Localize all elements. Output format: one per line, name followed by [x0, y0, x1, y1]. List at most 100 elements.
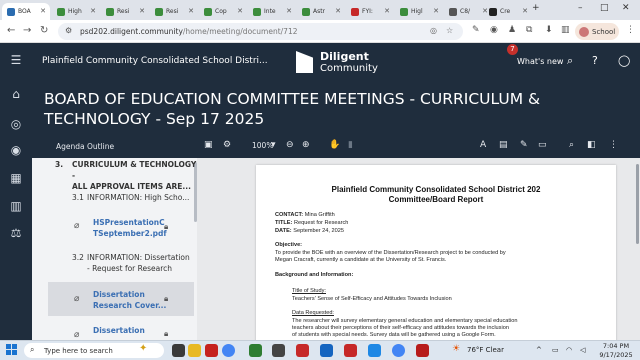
- help-icon[interactable]: ?: [592, 54, 598, 67]
- browser-tab[interactable]: Cop ✕: [199, 3, 247, 20]
- attachment-link[interactable]: HSPresentationC TSeptember2.pdf: [93, 217, 167, 239]
- close-icon[interactable]: ✕: [433, 7, 439, 15]
- puzzle-icon[interactable]: ⧉: [526, 25, 532, 35]
- browser-tab[interactable]: FYI: ✕: [346, 3, 394, 20]
- account-icon[interactable]: ◯: [618, 54, 630, 67]
- app-icon[interactable]: [296, 344, 309, 357]
- extension-icon[interactable]: ✎: [472, 25, 480, 35]
- browser-tab-strip: BOA ✕ High ✕ Resi ✕ Resi ✕ Cop ✕ Inte ✕ Astr ✕…: [0, 0, 640, 20]
- kebab-menu-icon[interactable]: ⋮: [626, 25, 635, 35]
- gmail-icon[interactable]: [344, 344, 357, 357]
- panel-icon[interactable]: ◧: [587, 140, 596, 150]
- zoom-in-icon[interactable]: ⊕: [302, 140, 310, 150]
- translate-icon[interactable]: ◎: [430, 26, 437, 35]
- minimize-icon[interactable]: –: [578, 3, 583, 13]
- attachment-link[interactable]: Dissertation Research Cover...: [93, 289, 166, 311]
- browser-tab[interactable]: Astr ✕: [297, 3, 345, 20]
- outline-item-title[interactable]: INFORMATION: Dissertation - Request for R…: [87, 252, 190, 274]
- sheets-icon[interactable]: [249, 344, 262, 357]
- extension-icon[interactable]: ◉: [490, 25, 498, 35]
- forward-arrow-icon[interactable]: →: [23, 25, 31, 36]
- hamburger-menu-icon[interactable]: ☰: [0, 53, 32, 67]
- data-requested-text: teachers about their perceptions of thei…: [292, 325, 509, 331]
- browser-tab[interactable]: Higl ✕: [395, 3, 443, 20]
- gmail-icon[interactable]: [205, 344, 218, 357]
- browser-tab[interactable]: High ✕: [52, 3, 100, 20]
- attachment-link[interactable]: Dissertation: [93, 325, 145, 336]
- weather-text[interactable]: 76°F Clear: [467, 346, 504, 354]
- system-clock[interactable]: 7:04 PM 9/17/2025: [596, 342, 636, 360]
- reload-icon[interactable]: ↻: [40, 25, 48, 36]
- file-explorer-icon[interactable]: [188, 344, 201, 357]
- weather-icon[interactable]: ☀: [452, 344, 460, 354]
- zoom-out-icon[interactable]: ⊖: [286, 140, 294, 150]
- document-scrollbar[interactable]: [635, 158, 640, 340]
- app-icon[interactable]: [272, 344, 285, 357]
- outline-item-title[interactable]: INFORMATION: High Scho...: [87, 192, 189, 203]
- maximize-icon[interactable]: □: [600, 3, 609, 13]
- notification-badge[interactable]: 7: [507, 44, 518, 55]
- sidepanel-icon[interactable]: ▥: [561, 25, 570, 35]
- browser-tab-active[interactable]: BOA ✕: [2, 3, 50, 20]
- highlight-icon[interactable]: ▤: [499, 140, 508, 150]
- target-icon[interactable]: ◎: [0, 117, 32, 131]
- chevron-down-icon[interactable]: ▾: [271, 140, 276, 150]
- browser-tab[interactable]: Inte ✕: [248, 3, 296, 20]
- home-icon[interactable]: ⌂: [0, 87, 32, 101]
- pen-icon[interactable]: ✎: [520, 140, 528, 150]
- new-tab-icon[interactable]: +: [532, 3, 540, 13]
- close-icon[interactable]: ✕: [40, 7, 46, 15]
- task-view-icon[interactable]: [172, 344, 185, 357]
- url-bar[interactable]: ⚙ psd202.diligent.community/home/meeting…: [58, 23, 463, 40]
- docs-icon[interactable]: [368, 344, 381, 357]
- comment-icon[interactable]: ▭: [538, 140, 547, 150]
- outline-section-title[interactable]: CURRICULUM & TECHNOLOGY - ALL APPROVAL IT…: [72, 159, 197, 192]
- back-arrow-icon[interactable]: ←: [7, 25, 15, 36]
- diligent-logo[interactable]: Diligent Community: [296, 49, 396, 75]
- podcast-icon[interactable]: ◉: [0, 143, 32, 157]
- search-icon[interactable]: ⌕: [567, 54, 573, 68]
- kebab-menu-icon[interactable]: ⋮: [609, 140, 618, 150]
- library-icon[interactable]: ▥: [0, 199, 32, 213]
- pan-hand-icon[interactable]: ✋: [329, 140, 340, 150]
- calendar-icon[interactable]: ▦: [0, 171, 32, 185]
- whats-new-link[interactable]: What's new: [517, 57, 563, 66]
- download-icon[interactable]: ⬇: [545, 25, 553, 35]
- tray-chevron-icon[interactable]: ^: [536, 346, 542, 354]
- extension-icon[interactable]: ♟: [508, 25, 516, 35]
- wifi-icon[interactable]: ◠: [566, 346, 572, 354]
- document-viewer[interactable]: Plainfield Community Consolidated School…: [197, 158, 640, 340]
- sidebar-toggle-icon[interactable]: ▣: [204, 140, 213, 150]
- chrome-icon[interactable]: [222, 344, 235, 357]
- browser-tab[interactable]: Resi ✕: [150, 3, 198, 20]
- close-icon[interactable]: ✕: [237, 7, 243, 15]
- browser-tab[interactable]: Resi ✕: [101, 3, 149, 20]
- app-icon[interactable]: [416, 344, 429, 357]
- bookmark-star-icon[interactable]: ☆: [446, 26, 453, 35]
- taskbar-search-box[interactable]: ⌕ Type here to search ✦: [24, 343, 164, 358]
- window-close-icon[interactable]: ✕: [622, 3, 630, 13]
- close-icon[interactable]: ✕: [188, 7, 194, 15]
- browser-tab[interactable]: Cre ✕: [484, 3, 532, 20]
- close-icon[interactable]: ✕: [139, 7, 145, 15]
- organization-name[interactable]: Plainfield Community Consolidated School…: [42, 56, 268, 66]
- network-icon[interactable]: ▭: [552, 346, 559, 354]
- policy-scale-icon[interactable]: ⚖: [0, 226, 32, 240]
- app-icon[interactable]: [320, 344, 333, 357]
- profile-button[interactable]: School: [575, 23, 619, 40]
- search-icon[interactable]: ⌕: [569, 140, 574, 150]
- title-line: TITLE: Request for Research: [275, 220, 349, 226]
- site-info-icon[interactable]: ⚙: [65, 26, 72, 35]
- volume-icon[interactable]: ◁: [580, 346, 585, 354]
- scrollbar-thumb[interactable]: [636, 164, 639, 244]
- settings-gear-icon[interactable]: ⚙: [223, 140, 231, 150]
- close-icon[interactable]: ✕: [335, 7, 341, 15]
- close-icon[interactable]: ✕: [522, 7, 528, 15]
- close-icon[interactable]: ✕: [90, 7, 96, 15]
- chrome-icon[interactable]: [392, 344, 405, 357]
- close-icon[interactable]: ✕: [286, 7, 292, 15]
- text-annotation-icon[interactable]: A: [480, 140, 486, 150]
- windows-start-icon[interactable]: [6, 344, 18, 356]
- select-pointer-icon[interactable]: ▮: [348, 140, 353, 150]
- close-icon[interactable]: ✕: [384, 7, 390, 15]
